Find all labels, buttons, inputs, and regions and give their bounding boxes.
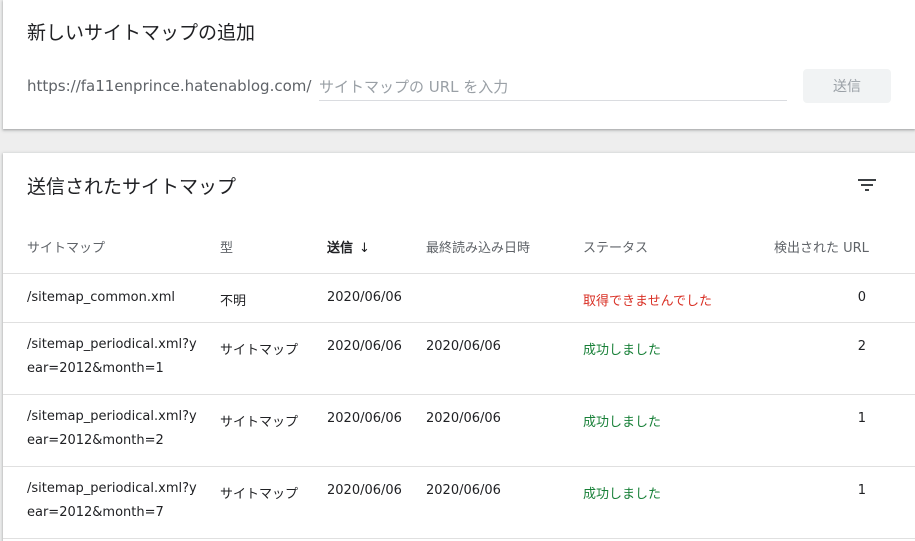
- column-header-submitted-label: 送信: [327, 241, 354, 256]
- submitted-sitemaps-card: 送信されたサイトマップ サイトマップ 型 送信 ↓ 最終読み込み日時 ステータス …: [3, 153, 915, 541]
- arrow-down-icon: ↓: [359, 241, 370, 256]
- cell-sitemap[interactable]: /sitemap_common.xml: [27, 290, 175, 305]
- cell-last-read: 2020/06/06: [426, 411, 501, 426]
- cell-submitted: 2020/06/06: [327, 411, 402, 426]
- cell-type: サイトマップ: [220, 415, 299, 430]
- cell-last-read: 2020/06/06: [426, 339, 501, 354]
- row-divider: [3, 538, 915, 539]
- cell-sitemap[interactable]: /sitemap_periodical.xml?year=2012&month=…: [27, 405, 197, 453]
- table-row[interactable]: /sitemap_common.xml 不明 2020/06/06 取得できませ…: [3, 274, 915, 322]
- cell-discovered-count: 1: [857, 483, 866, 498]
- add-sitemap-title: 新しいサイトマップの追加: [27, 22, 256, 44]
- cell-discovered-count: 2: [857, 339, 866, 354]
- cell-type: サイトマップ: [220, 487, 299, 502]
- cell-status: 成功しました: [583, 487, 662, 502]
- cell-type: 不明: [220, 294, 247, 309]
- cell-last-read: 2020/06/06: [426, 483, 501, 498]
- column-header-status[interactable]: ステータス: [583, 237, 648, 256]
- add-sitemap-card: 新しいサイトマップの追加 https://fa11enprince.hatena…: [3, 0, 915, 129]
- column-header-type[interactable]: 型: [220, 237, 233, 256]
- table-row[interactable]: /sitemap_periodical.xml?year=2012&month=…: [3, 467, 915, 539]
- submitted-sitemaps-title: 送信されたサイトマップ: [27, 176, 237, 198]
- column-header-submitted[interactable]: 送信 ↓: [327, 237, 370, 256]
- column-header-discovered[interactable]: 検出された URL: [774, 237, 869, 256]
- cell-discovered-count: 1: [857, 411, 866, 426]
- cell-sitemap[interactable]: /sitemap_periodical.xml?year=2012&month=…: [27, 477, 197, 525]
- cell-submitted: 2020/06/06: [327, 339, 402, 354]
- column-header-sitemap[interactable]: サイトマップ: [27, 237, 105, 256]
- filter-icon-svg: [858, 179, 876, 191]
- cell-type: サイトマップ: [220, 343, 299, 358]
- url-prefix: https://fa11enprince.hatenablog.com/: [27, 77, 312, 95]
- table-row[interactable]: /sitemap_periodical.xml?year=2012&month=…: [3, 323, 915, 395]
- table-row[interactable]: /sitemap_periodical.xml?year=2012&month=…: [3, 395, 915, 467]
- filter-icon[interactable]: [855, 173, 879, 197]
- cell-submitted: 2020/06/06: [327, 483, 402, 498]
- cell-status: 成功しました: [583, 415, 662, 430]
- cell-sitemap[interactable]: /sitemap_periodical.xml?year=2012&month=…: [27, 333, 197, 381]
- cell-submitted: 2020/06/06: [327, 290, 402, 305]
- sitemap-url-input[interactable]: [319, 74, 787, 101]
- submit-button[interactable]: 送信: [803, 69, 891, 103]
- cell-status: 取得できませんでした: [583, 294, 712, 309]
- cell-discovered-count: 0: [857, 290, 866, 305]
- cell-status: 成功しました: [583, 343, 662, 358]
- column-header-last-read[interactable]: 最終読み込み日時: [426, 237, 530, 256]
